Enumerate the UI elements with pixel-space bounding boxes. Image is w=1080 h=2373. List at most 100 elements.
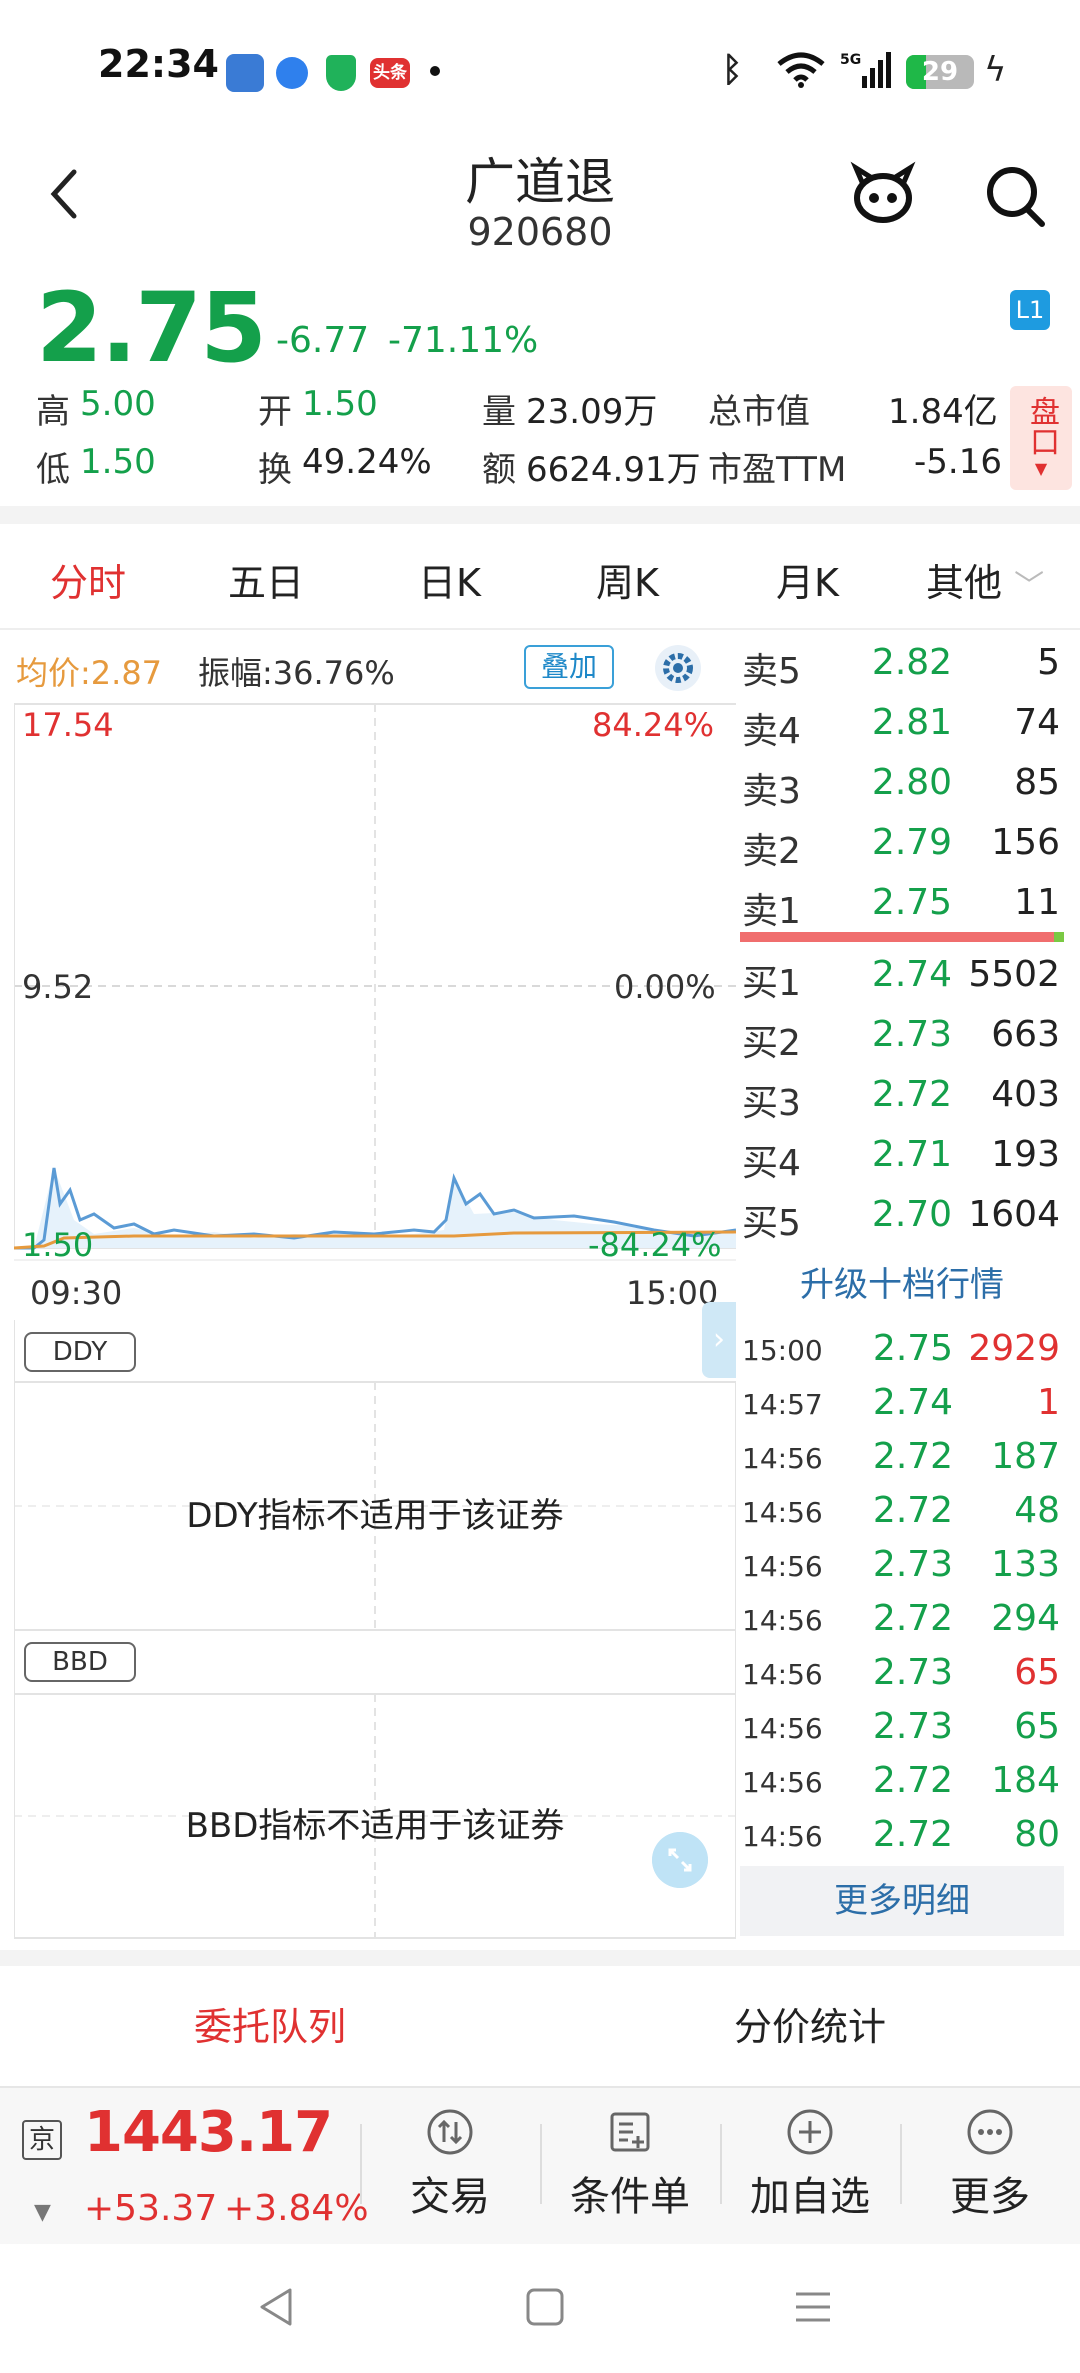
- trade-row: 14:57 2.74 1: [740, 1376, 1064, 1430]
- stat-label-turnover: 换: [258, 450, 292, 490]
- conditional-order-button[interactable]: 条件单: [550, 2108, 710, 2238]
- chart-pct-bottom: -84.24%: [588, 1226, 722, 1264]
- more-button[interactable]: 更多: [910, 2108, 1070, 2238]
- ddy-indicator-tag[interactable]: DDY: [24, 1332, 136, 1372]
- trade-price: 2.72: [872, 1760, 954, 1801]
- chart-x-start: 09:30: [30, 1274, 123, 1312]
- bid-row[interactable]: 买4 2.71 193: [740, 1124, 1064, 1184]
- trade-price: 2.75: [872, 1328, 954, 1369]
- stat-value-market-cap: 1.84亿: [888, 392, 998, 432]
- ask-volume: 85: [1014, 762, 1060, 803]
- trade-row: 14:56 2.72 48: [740, 1484, 1064, 1538]
- tab-daily-k[interactable]: 日K: [418, 552, 481, 607]
- ask-row[interactable]: 卖3 2.80 85: [740, 752, 1064, 812]
- stat-label-high: 高: [36, 392, 70, 432]
- bid-price: 2.74: [871, 954, 953, 995]
- level1-badge[interactable]: L1: [1010, 290, 1050, 330]
- assistant-bot-icon[interactable]: [848, 160, 918, 230]
- chart-y-bottom: 1.50: [22, 1226, 94, 1264]
- nav-home-icon[interactable]: [520, 2282, 570, 2332]
- app-notification-icon: [226, 54, 264, 92]
- index-value[interactable]: 1443.17: [84, 2100, 333, 2165]
- app-notification-icon-2: [276, 57, 308, 89]
- order-book-toggle-label: 盘口: [1024, 396, 1059, 456]
- bid-row[interactable]: 买2 2.73 663: [740, 1004, 1064, 1064]
- nav-menu-icon[interactable]: [788, 2282, 838, 2332]
- status-time: 22:34: [98, 42, 219, 86]
- section-divider: [0, 1950, 1080, 1966]
- tab-monthly-k[interactable]: 月K: [776, 552, 839, 607]
- trade-row: 14:56 2.73 65: [740, 1646, 1064, 1700]
- trade-volume: 65: [1014, 1706, 1060, 1747]
- upgrade-level2-button[interactable]: 升级十档行情: [740, 1254, 1064, 1316]
- trade-price: 2.72: [872, 1490, 954, 1531]
- caret-down-icon[interactable]: ▼: [34, 2200, 51, 2225]
- fullscreen-icon[interactable]: [652, 1832, 708, 1888]
- bid-row[interactable]: 买3 2.72 403: [740, 1064, 1064, 1124]
- add-watchlist-button[interactable]: 加自选: [730, 2108, 890, 2238]
- chart-pct-top: 84.24%: [592, 706, 715, 744]
- shield-notification-icon: [326, 55, 356, 91]
- charging-icon: ϟ: [984, 50, 1007, 90]
- trade-price: 2.72: [872, 1436, 954, 1477]
- trade-volume: 187: [991, 1436, 1060, 1477]
- ask-price: 2.75: [871, 882, 953, 923]
- battery-icon: 29: [906, 55, 974, 89]
- nav-back-icon[interactable]: [252, 2282, 302, 2332]
- tab-price-distribution[interactable]: 分价统计: [540, 1996, 1080, 2051]
- tab-other[interactable]: 其他 ﹀: [926, 552, 1044, 607]
- add-watchlist-icon: [787, 2109, 833, 2155]
- ask-label: 卖3: [742, 771, 801, 812]
- more-details-button[interactable]: 更多明细: [740, 1866, 1064, 1936]
- bid-price: 2.73: [871, 1014, 953, 1055]
- divider: [360, 2124, 362, 2204]
- overlay-button[interactable]: 叠加: [524, 645, 614, 689]
- ask-price: 2.80: [871, 762, 953, 803]
- trade-row: 14:56 2.72 187: [740, 1430, 1064, 1484]
- stat-label-volume: 量: [482, 392, 516, 432]
- tab-intraday[interactable]: 分时: [50, 552, 126, 607]
- bbd-not-applicable-message: BBD指标不适用于该证券: [185, 1806, 565, 1846]
- tab-five-day[interactable]: 五日: [228, 552, 304, 607]
- order-book-toggle[interactable]: 盘口 ▼: [1010, 386, 1072, 490]
- tab-other-label: 其他: [926, 561, 1003, 605]
- trade-volume: 133: [991, 1544, 1060, 1585]
- bid-volume: 663: [991, 1014, 1060, 1055]
- trade-time: 14:56: [742, 1442, 823, 1475]
- bid-price: 2.70: [871, 1194, 953, 1235]
- trade-row: 14:56 2.73 65: [740, 1700, 1064, 1754]
- bid-row[interactable]: 买5 2.70 1604: [740, 1184, 1064, 1244]
- bid-label: 买1: [742, 963, 801, 1004]
- ask-row[interactable]: 卖1 2.75 11: [740, 872, 1064, 932]
- average-price-label: 均价:2.87: [16, 654, 163, 692]
- gear-icon[interactable]: [654, 644, 702, 692]
- trade-button[interactable]: 交易: [370, 2108, 530, 2238]
- conditional-order-label: 条件单: [570, 2174, 690, 2220]
- tab-weekly-k[interactable]: 周K: [596, 552, 659, 607]
- bid-row[interactable]: 买1 2.74 5502: [740, 944, 1064, 1004]
- trade-time: 14:56: [742, 1658, 823, 1691]
- price-change-percent: -71.11%: [388, 320, 539, 361]
- bbd-indicator-tag[interactable]: BBD: [24, 1642, 136, 1682]
- bid-price: 2.72: [871, 1074, 953, 1115]
- trade-button-label: 交易: [410, 2174, 490, 2220]
- ask-row[interactable]: 卖2 2.79 156: [740, 812, 1064, 872]
- wifi-icon: [777, 52, 825, 88]
- indicator-panels: [14, 1320, 736, 1939]
- ask-row[interactable]: 卖4 2.81 74: [740, 692, 1064, 752]
- tab-order-queue[interactable]: 委托队列: [0, 1996, 540, 2051]
- trade-time: 14:56: [742, 1712, 823, 1745]
- svg-text:5G: 5G: [840, 52, 861, 68]
- bid-volume: 1604: [968, 1194, 1060, 1235]
- ask-price: 2.81: [871, 702, 953, 743]
- trade-price: 2.73: [872, 1706, 954, 1747]
- trade-time: 14:57: [742, 1388, 823, 1421]
- tabs-divider: [0, 628, 1080, 630]
- stat-value-high: 5.00: [80, 384, 156, 424]
- ask-row[interactable]: 卖5 2.82 5: [740, 632, 1064, 692]
- ask-label: 卖4: [742, 711, 801, 752]
- ask-label: 卖2: [742, 831, 801, 872]
- trade-icon: [427, 2109, 473, 2155]
- bid-ask-ratio-bar: [740, 932, 1064, 942]
- search-icon[interactable]: [982, 160, 1048, 230]
